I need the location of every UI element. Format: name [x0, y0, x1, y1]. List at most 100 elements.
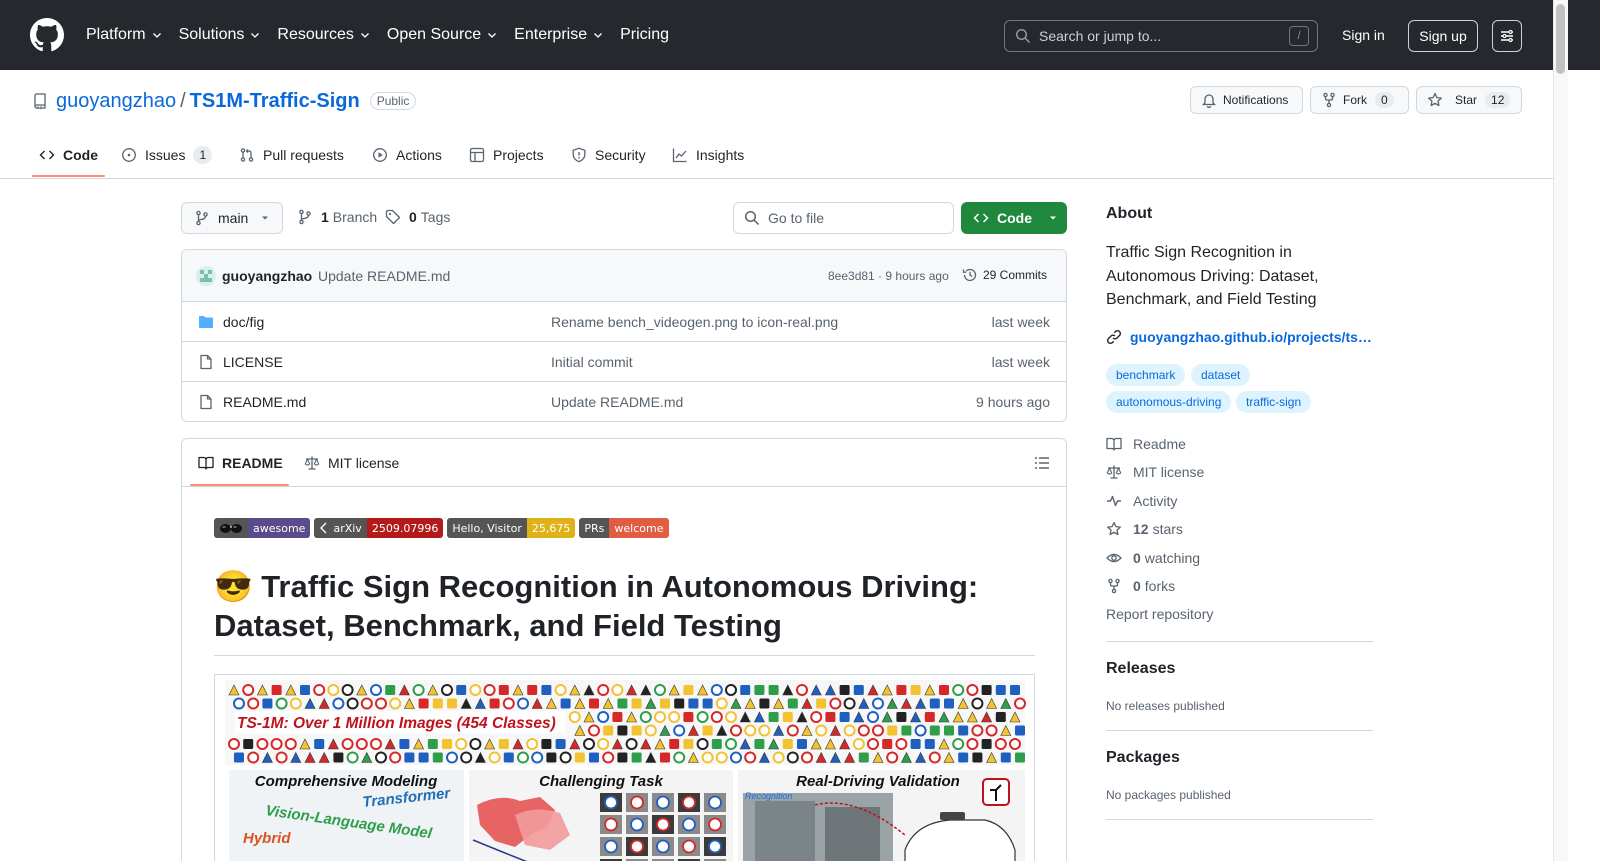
report-repository-link[interactable]: Report repository	[1106, 606, 1213, 622]
go-to-file-input[interactable]: Go to file	[733, 202, 954, 234]
sidebar-forks-link[interactable]: 0 forks	[1106, 578, 1175, 594]
topic-tag[interactable]: traffic-sign	[1236, 391, 1312, 413]
teaser-banner: TS-1M: Over 1 Million Images (454 Classe…	[237, 715, 556, 732]
visitor-badge[interactable]: Hello, Visitor 25,675	[447, 518, 576, 538]
code-dropdown-button[interactable]: Code	[961, 202, 1067, 234]
git-branch-icon	[196, 210, 208, 226]
traffic-sign-glyph	[683, 685, 694, 695]
tab-insights[interactable]: Insights	[672, 144, 744, 166]
file-name-link[interactable]: LICENSE	[223, 354, 283, 370]
nav-solutions[interactable]: Solutions	[179, 24, 262, 46]
packages-heading[interactable]: Packages	[1106, 749, 1180, 767]
repo-owner-link[interactable]: guoyangzhao	[56, 90, 176, 113]
commit-author-link[interactable]: guoyangzhao	[222, 268, 312, 284]
settings-menu-button[interactable]	[1492, 20, 1522, 52]
tab-projects[interactable]: Projects	[469, 144, 544, 166]
sign-in-link[interactable]: Sign in	[1330, 27, 1397, 43]
list-unordered-icon[interactable]	[1034, 455, 1050, 471]
file-row[interactable]: LICENSE Initial commit last week	[182, 342, 1066, 382]
scrollbar[interactable]	[1553, 0, 1568, 861]
traffic-sign-glyph	[952, 738, 965, 750]
branch-name: main	[218, 210, 249, 226]
scrollbar-thumb[interactable]	[1556, 4, 1565, 74]
tab-security[interactable]: Security	[571, 144, 646, 166]
traffic-sign-glyph	[589, 698, 599, 709]
traffic-sign-glyph	[758, 724, 771, 737]
traffic-sign-glyph	[346, 697, 359, 710]
tab-actions[interactable]: Actions	[372, 144, 442, 166]
tags-link[interactable]: 0 Tags	[385, 209, 450, 225]
tab-license[interactable]: MIT license	[304, 455, 399, 471]
sidebar-watching-link[interactable]: 0 watching	[1106, 550, 1200, 566]
website-url: guoyangzhao.github.io/projects/ts…	[1130, 329, 1372, 345]
file-commit-message[interactable]: Update README.md	[551, 394, 683, 410]
traffic-sign-glyph	[233, 697, 245, 710]
branches-link[interactable]: 1 Branch	[297, 209, 377, 225]
traffic-sign-glyph	[730, 724, 742, 737]
traffic-sign-glyph	[772, 751, 785, 764]
file-row[interactable]: README.md Update README.md 9 hours ago	[182, 382, 1066, 421]
nav-enterprise[interactable]: Enterprise	[514, 24, 604, 46]
topic-tag[interactable]: dataset	[1191, 364, 1251, 386]
sign-up-button[interactable]: Sign up	[1408, 20, 1478, 52]
commit-sha-time[interactable]: 8ee3d81 · 9 hours ago	[828, 269, 949, 283]
traffic-sign-glyph	[447, 698, 457, 709]
fork-icon	[1108, 578, 1120, 594]
nav-open-source[interactable]: Open Source	[387, 24, 498, 46]
global-search-input[interactable]: Search or jump to... /	[1004, 20, 1318, 52]
tab-pull-requests[interactable]: Pull requests	[239, 144, 344, 166]
topic-tag[interactable]: autonomous-driving	[1106, 391, 1232, 413]
traffic-sign-glyph	[289, 697, 302, 710]
nav-pricing[interactable]: Pricing	[620, 24, 669, 46]
tab-issues[interactable]: Issues 1	[121, 144, 213, 166]
commits-history-link[interactable]: 29 Commits	[962, 267, 1047, 283]
tab-readme[interactable]: README	[198, 455, 283, 471]
file-icon	[200, 394, 212, 410]
github-logo-icon[interactable]	[30, 18, 64, 52]
traffic-sign-glyph	[389, 751, 402, 764]
traffic-sign-glyph	[825, 712, 836, 722]
tab-label: Issues	[145, 147, 186, 163]
releases-empty-text: No releases published	[1106, 699, 1225, 713]
website-link[interactable]: guoyangzhao.github.io/projects/ts…	[1106, 329, 1372, 345]
traffic-sign-glyph	[787, 698, 798, 709]
file-row[interactable]: doc/fig Rename bench_videogen.png to ico…	[182, 302, 1066, 342]
challenge-sign-glyph	[656, 817, 670, 832]
arxiv-badge[interactable]: arXiv 2509.07996	[314, 518, 444, 538]
traffic-sign-glyph	[995, 685, 1006, 695]
badge-left: arXiv	[314, 518, 367, 538]
awesome-badge[interactable]: awesome	[214, 518, 311, 538]
traffic-sign-glyph	[901, 725, 912, 736]
sidebar-readme-link[interactable]: Readme	[1106, 436, 1186, 452]
traffic-sign-glyph	[958, 752, 969, 763]
branch-selector[interactable]: main	[181, 202, 283, 234]
sidebar-item-label: Readme	[1133, 436, 1186, 452]
traffic-sign-glyph	[1000, 752, 1011, 763]
nav-resources[interactable]: Resources	[277, 24, 370, 46]
sidebar-activity-link[interactable]: Activity	[1106, 493, 1177, 509]
sidebar-divider	[1106, 641, 1373, 642]
sidebar-item-label: Activity	[1133, 493, 1178, 509]
file-commit-message[interactable]: Initial commit	[551, 354, 633, 370]
badge-right: 25,675	[526, 518, 576, 538]
fork-button[interactable]: Fork 0	[1310, 86, 1409, 114]
releases-heading[interactable]: Releases	[1106, 660, 1175, 678]
prs-welcome-badge[interactable]: PRs welcome	[579, 518, 669, 538]
nav-platform[interactable]: Platform	[86, 24, 163, 46]
traffic-sign-glyph	[271, 685, 282, 695]
avatar[interactable]	[196, 266, 216, 286]
file-name-link[interactable]: doc/fig	[223, 314, 264, 330]
traffic-sign-glyph	[432, 698, 443, 709]
sidebar-license-link[interactable]: MIT license	[1106, 464, 1204, 480]
sidebar-stars-link[interactable]: 12 stars	[1106, 521, 1183, 537]
file-name-link[interactable]: README.md	[223, 394, 306, 410]
topic-tag[interactable]: benchmark	[1106, 364, 1186, 386]
commit-message-link[interactable]: Update README.md	[318, 268, 450, 284]
tab-code[interactable]: Code	[39, 144, 98, 166]
notifications-button[interactable]: Notifications	[1190, 86, 1303, 114]
file-commit-message[interactable]: Rename bench_videogen.png to icon-real.p…	[551, 314, 838, 330]
star-button[interactable]: Star 12	[1416, 86, 1522, 114]
repo-name-link[interactable]: TS1M-Traffic-Sign	[190, 90, 360, 113]
traffic-sign-glyph	[469, 738, 482, 750]
label-recognition: Recognition	[745, 791, 793, 801]
